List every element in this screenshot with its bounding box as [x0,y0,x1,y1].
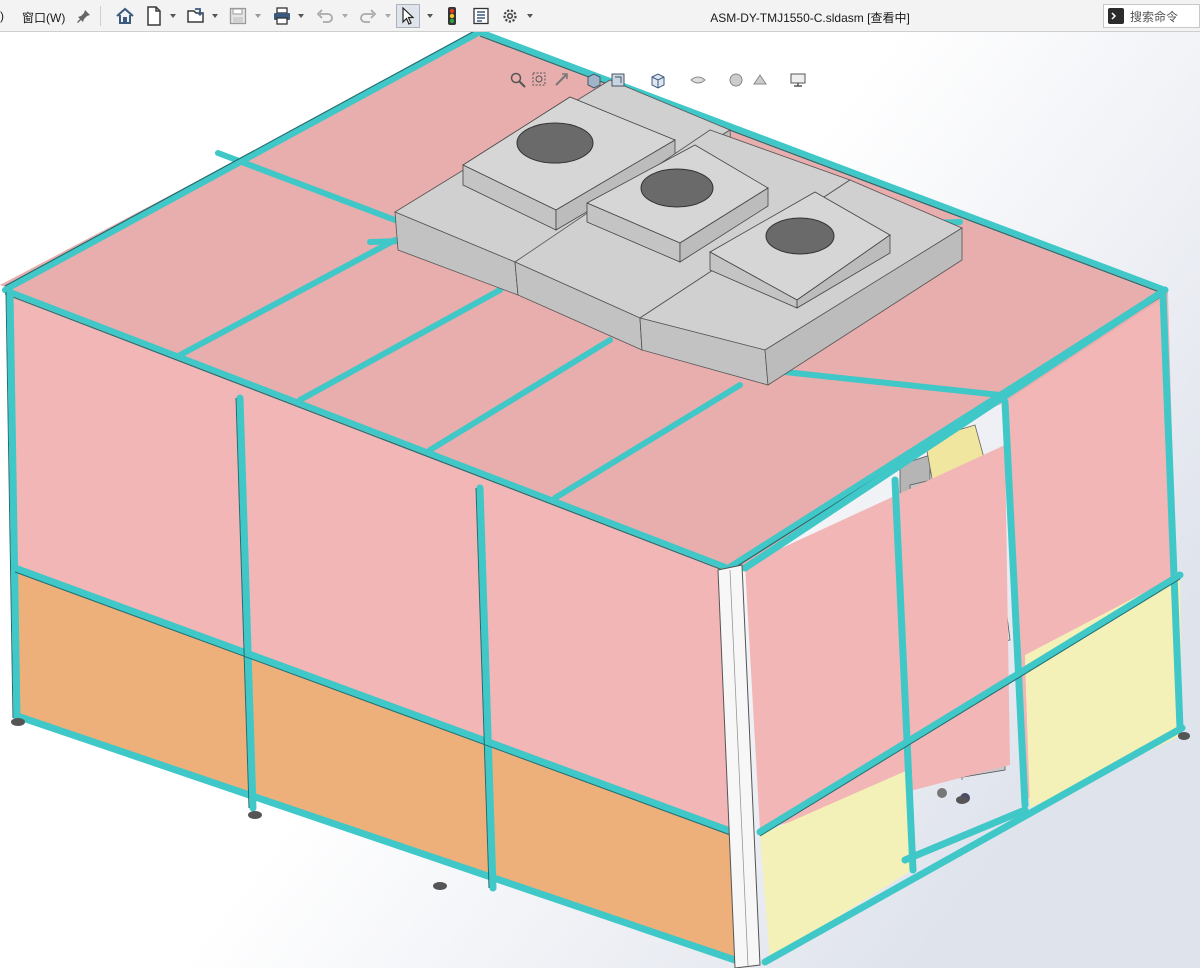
display-style-icon[interactable] [688,70,708,90]
save-dropdown-icon[interactable] [254,11,262,21]
search-placeholder: 搜索命令 [1130,9,1179,24]
open-icon[interactable] [184,4,208,28]
select-arrow-icon[interactable] [396,4,420,28]
edit-appearance-icon[interactable] [750,70,770,90]
redo-icon[interactable] [356,4,380,28]
new-document-icon[interactable] [142,4,166,28]
options-dropdown-icon[interactable] [526,11,534,21]
file-properties-icon[interactable] [469,4,493,28]
hide-show-icon[interactable] [726,70,746,90]
undo-icon[interactable] [313,4,337,28]
print-dropdown-icon[interactable] [297,11,305,21]
previous-view-icon[interactable] [552,70,572,90]
zoom-area-icon[interactable] [530,70,550,90]
command-prompt-icon [1108,8,1124,24]
graphics-viewport[interactable] [0,32,1200,968]
save-icon[interactable] [226,4,250,28]
home-icon[interactable] [113,4,137,28]
assembly-model-view[interactable] [0,32,1200,968]
search-commands-field[interactable]: 搜索命令 [1103,4,1200,28]
pin-icon[interactable] [72,4,96,28]
select-dropdown-icon[interactable] [426,11,434,21]
options-gear-icon[interactable] [498,4,522,28]
menu-item-partial[interactable]: ) [0,9,4,23]
new-dropdown-icon[interactable] [169,11,177,21]
undo-dropdown-icon[interactable] [341,11,349,21]
document-title: ASM-DY-TMJ1550-C.sldasm [查看中] [710,11,910,25]
redo-dropdown-icon[interactable] [384,11,392,21]
main-toolbar: ) 窗口(W) ASM-DY-TMJ1550-C.sldasm [查看中] 搜索… [0,0,1200,32]
view-orientation-icon[interactable] [648,70,668,90]
traffic-light-icon[interactable] [440,4,464,28]
menu-item-window[interactable]: 窗口(W) [22,9,65,26]
section-view-icon[interactable] [584,70,604,90]
view-settings-icon[interactable] [788,70,808,90]
open-dropdown-icon[interactable] [211,11,219,21]
print-icon[interactable] [270,4,294,28]
toolbar-separator [100,6,101,26]
zoom-to-fit-icon[interactable] [508,70,528,90]
dynamic-annotation-icon[interactable] [608,70,628,90]
